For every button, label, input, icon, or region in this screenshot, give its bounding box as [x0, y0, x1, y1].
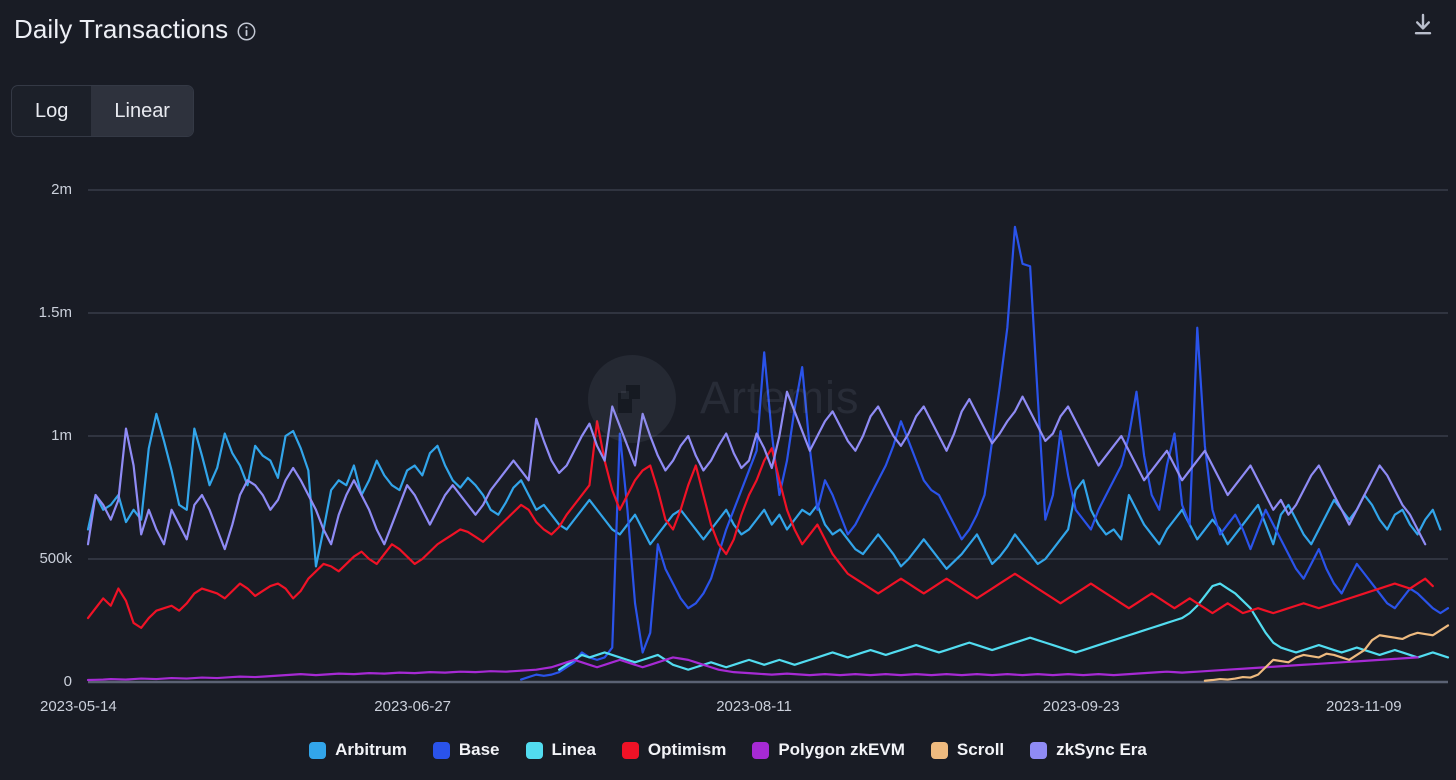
legend-item-label: Scroll: [956, 740, 1005, 759]
x-axis-tick-label: 2023-09-23: [1042, 698, 1120, 715]
legend-color-swatch: [1030, 741, 1048, 759]
legend-item-arbitrum[interactable]: Arbitrum: [309, 740, 407, 760]
x-axis-tick-label: 2023-11-09: [1326, 698, 1402, 715]
toggle-option-linear[interactable]: Linear: [91, 86, 193, 136]
x-axis-tick-label: 2023-05-14: [40, 698, 117, 715]
x-axis-tick-label: 2023-08-11: [716, 698, 792, 715]
y-axis-tick-label: 2m: [51, 181, 72, 198]
panel-header: Daily Transactions: [0, 0, 1456, 58]
legend-color-swatch: [930, 741, 948, 759]
y-axis-tick-label: 1m: [51, 427, 72, 444]
legend-item-label: Arbitrum: [335, 740, 407, 759]
line-chart-svg: [86, 189, 1450, 684]
y-axis-tick-label: 1.5m: [38, 304, 72, 321]
page-title: Daily Transactions: [14, 14, 229, 44]
legend-item-optimism[interactable]: Optimism: [621, 740, 727, 760]
chart-plot-area: [0, 150, 1456, 710]
legend-color-swatch: [752, 741, 770, 759]
series-line-optimism: [86, 420, 1434, 629]
legend-item-zksync-era[interactable]: zkSync Era: [1030, 740, 1147, 760]
legend-color-swatch: [621, 741, 639, 759]
y-axis-tick-label: 0: [63, 673, 72, 690]
series-line-arbitrum: [86, 412, 1442, 570]
chart-legend: Arbitrum Base Linea Optimism Polygon zkEVM Sc…: [0, 740, 1456, 760]
series-line-scroll: [1203, 624, 1450, 682]
legend-item-linea[interactable]: Linea: [525, 740, 596, 760]
legend-item-label: Linea: [551, 740, 596, 759]
scale-toggle[interactable]: Log Linear: [11, 85, 194, 137]
legend-item-label: Polygon zkEVM: [778, 740, 905, 759]
x-axis-tick-label: 2023-06-27: [374, 698, 452, 715]
toggle-option-log[interactable]: Log: [12, 86, 91, 136]
watermark-text: Artemis: [700, 372, 860, 423]
series-line-base: [519, 225, 1450, 681]
legend-item-label: zkSync Era: [1056, 740, 1147, 759]
legend-item-scroll[interactable]: Scroll: [930, 740, 1005, 760]
legend-item-polygon-zkevm[interactable]: Polygon zkEVM: [752, 740, 905, 760]
legend-item-label: Optimism: [647, 740, 727, 759]
legend-item-base[interactable]: Base: [432, 740, 500, 760]
y-axis-tick-label: 500k: [39, 550, 72, 567]
legend-color-swatch: [525, 741, 543, 759]
daily-transactions-chart-panel: Daily Transactions Log Linear Artemis 2m…: [0, 0, 1456, 780]
info-circle-icon[interactable]: [237, 22, 256, 41]
legend-color-swatch: [432, 741, 450, 759]
legend-item-label: Base: [458, 740, 500, 759]
legend-color-swatch: [309, 741, 327, 759]
download-icon[interactable]: [1406, 8, 1440, 42]
artemis-logo-icon: [588, 355, 676, 448]
